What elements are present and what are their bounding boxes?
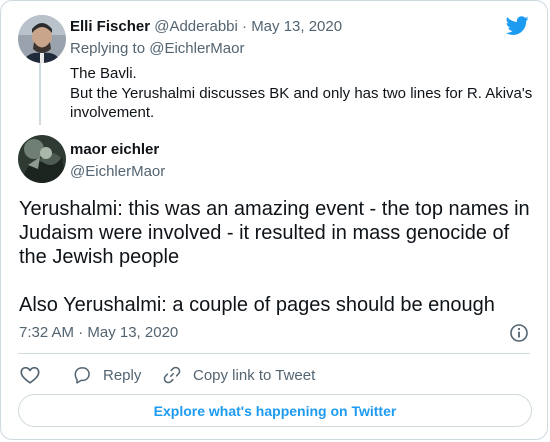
main-tweet-text: Yerushalmi: this was an amazing event - … <box>19 197 539 317</box>
copy-link-button[interactable]: Copy link to Tweet <box>162 364 315 386</box>
reply-icon <box>74 367 90 384</box>
reply-tweet-text: The Bavli. But the Yerushalmi discusses … <box>70 64 540 123</box>
reply-text-line: But the Yerushalmi discusses BK and only… <box>70 84 533 102</box>
heart-icon <box>20 366 40 384</box>
like-button[interactable] <box>19 364 41 386</box>
main-text-line: Yerushalmi: this was an amazing event - … <box>19 198 530 220</box>
reply-author-handle[interactable]: @Adderabbi <box>154 18 238 35</box>
reply-button[interactable]: Reply <box>72 364 141 386</box>
reply-label: Reply <box>103 366 142 384</box>
copy-link-label: Copy link to Tweet <box>193 366 316 384</box>
replying-to-label[interactable]: Replying to @EichlerMaor <box>70 39 244 58</box>
actions-divider <box>18 353 530 354</box>
tweet-timestamp[interactable]: 7:32 AM · May 13, 2020 <box>19 323 178 342</box>
main-text-line: Also Yerushalmi: a couple of pages shoul… <box>19 294 495 316</box>
reply-tweet-header: Elli Fischer @Adderabbi · May 13, 2020 <box>70 17 342 36</box>
header-separator: · <box>242 18 248 35</box>
reply-author-name[interactable]: Elli Fischer <box>70 18 150 35</box>
reply-text-line: The Bavli. <box>70 65 137 82</box>
twitter-bird-icon[interactable] <box>506 14 529 37</box>
link-icon <box>163 366 181 384</box>
reply-tweet-date[interactable]: May 13, 2020 <box>251 18 342 35</box>
main-author-handle[interactable]: @EichlerMaor <box>70 162 165 181</box>
avatar-elli-fischer[interactable] <box>18 15 66 63</box>
info-icon[interactable] <box>509 323 529 343</box>
thread-connector-line <box>39 63 41 125</box>
explore-twitter-button[interactable]: Explore what's happening on Twitter <box>18 394 532 427</box>
main-text-line: Judaism were involved - it resulted in m… <box>19 222 510 244</box>
avatar-maor-eichler[interactable] <box>18 135 66 183</box>
main-author-name[interactable]: maor eichler <box>70 140 159 159</box>
reply-text-line: involvement. <box>70 104 155 121</box>
tweet-embed-card: Elli Fischer @Adderabbi · May 13, 2020 R… <box>0 0 548 440</box>
main-text-blank-line <box>19 269 539 293</box>
main-text-line: the Jewish people <box>19 246 180 268</box>
